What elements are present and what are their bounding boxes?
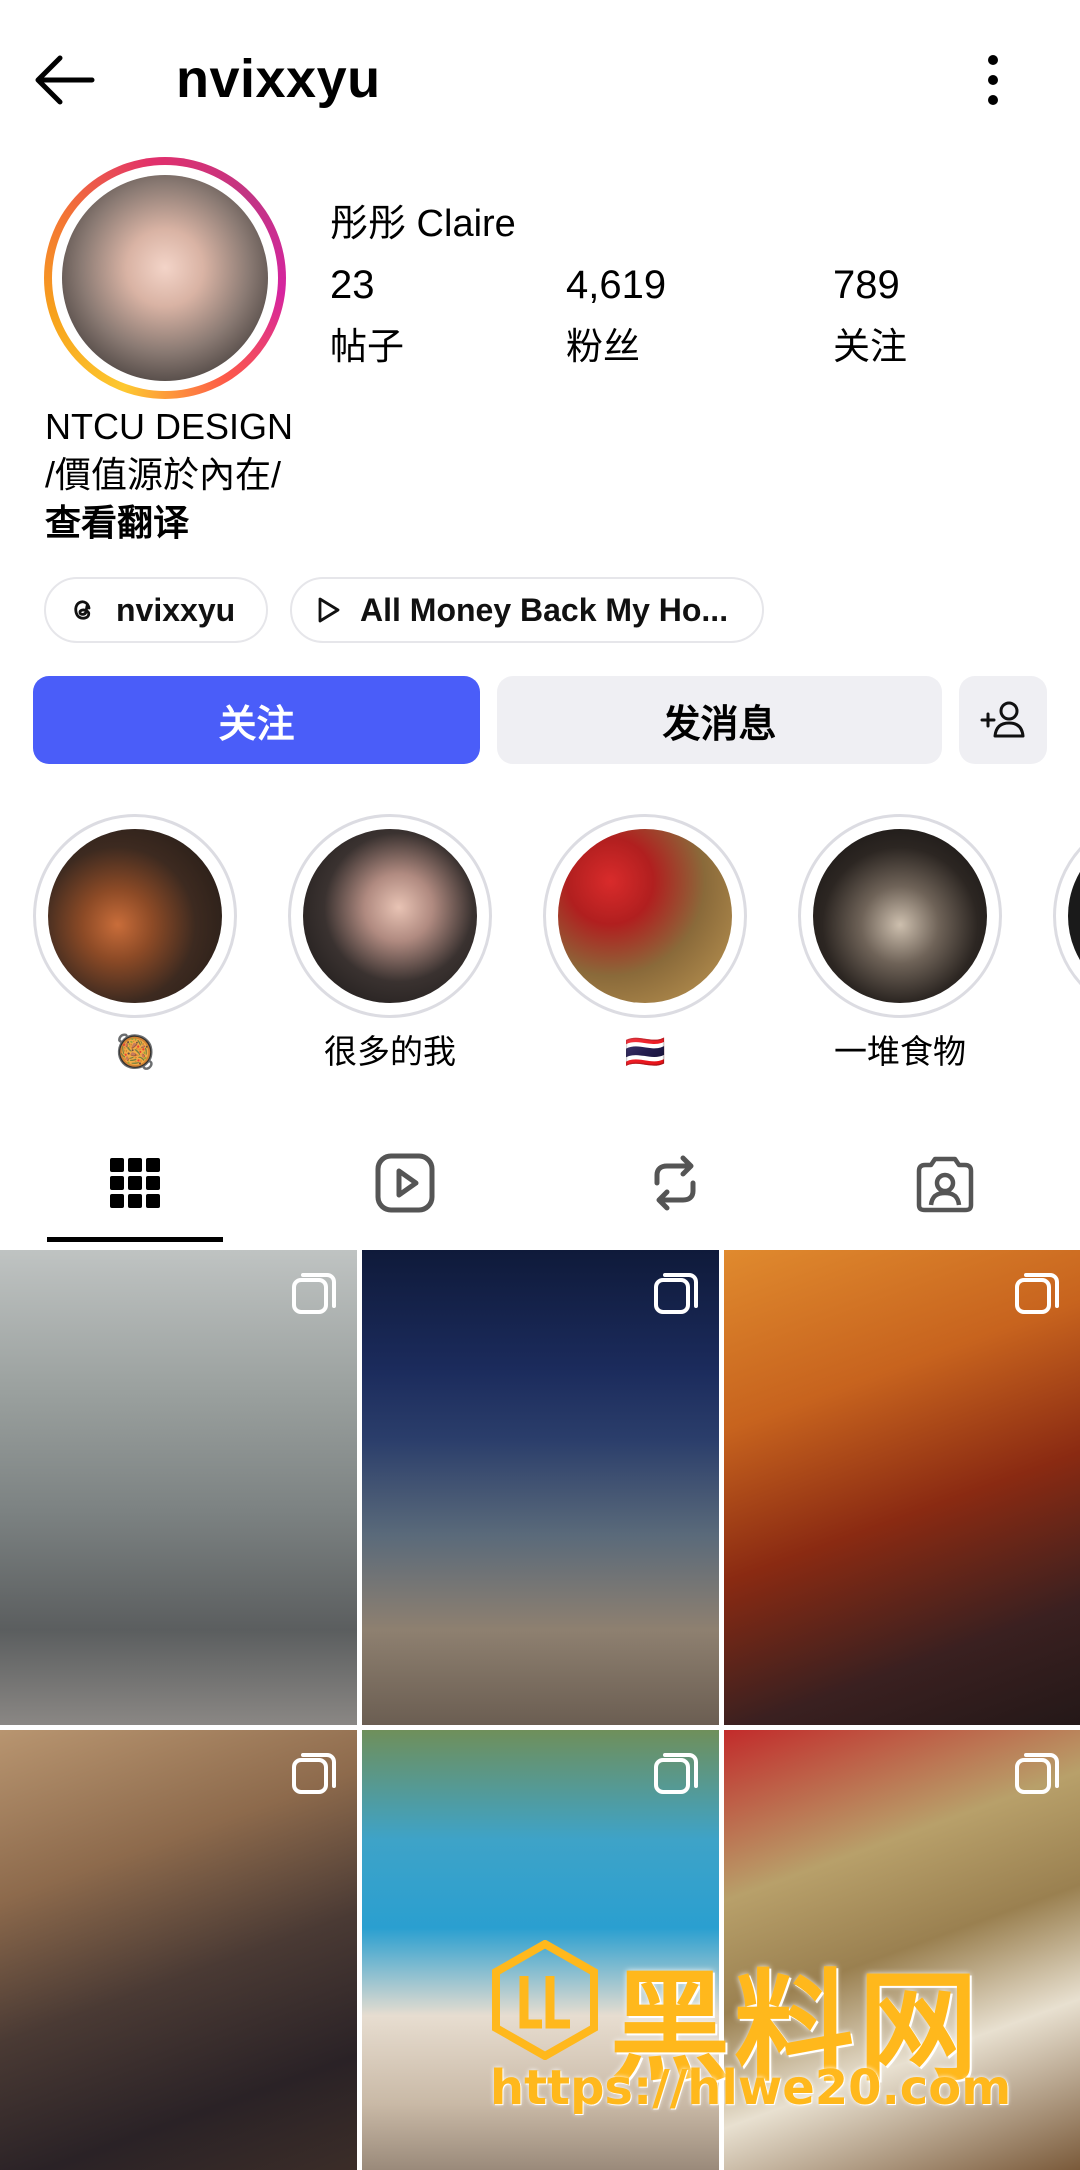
tab-reposts[interactable] [540,1120,810,1245]
profile-tabs [0,1120,1080,1245]
see-translation-link[interactable]: 查看翻译 [45,499,293,547]
grid-icon [110,1157,160,1208]
carousel-icon [1015,1753,1059,1794]
top-bar: nvixxyu [0,0,1080,160]
threads-chip[interactable]: nvixxyu [44,577,268,643]
reels-icon [375,1153,435,1212]
play-icon [318,597,340,623]
highlight-food[interactable]: 🥘 [33,814,237,1074]
stat-posts[interactable]: 23 帖子 [330,263,404,370]
highlight-partial[interactable] [1053,814,1080,1018]
message-button[interactable]: 发消息 [497,676,942,764]
highlight-label: 一堆食物 [834,1033,966,1070]
avatar-story-ring[interactable] [44,157,286,399]
highlight-cover [303,829,477,1003]
highlight-lots-of-food[interactable]: 一堆食物 [798,814,1002,1074]
music-title: All Money Back My Ho... [360,591,729,628]
stat-followers-count: 4,619 [566,263,667,307]
tab-tagged[interactable] [810,1120,1080,1245]
post-thumbnail[interactable] [0,1730,357,2170]
bio-line: NTCU DESIGN [45,406,294,447]
active-tab-indicator [47,1237,223,1242]
stat-following[interactable]: 789 关注 [833,263,907,370]
threads-handle: nvixxyu [116,591,236,628]
back-arrow-icon[interactable] [30,50,100,110]
add-person-icon [980,701,1025,738]
suggested-users-button[interactable] [959,676,1047,764]
tab-grid[interactable] [0,1120,270,1245]
highlight-many-me[interactable]: 很多的我 [288,814,492,1074]
carousel-icon [292,1753,336,1794]
post-thumbnail[interactable] [362,1250,719,1725]
stat-following-count: 789 [833,263,900,307]
display-name: 彤彤 Claire [330,203,516,245]
post-thumbnail[interactable] [724,1250,1080,1725]
watermark: 黑料网 https://hlwe20.com [490,1930,1050,2130]
highlight-cover [48,829,222,1003]
reposts-icon [654,1155,696,1210]
tab-reels[interactable] [270,1120,540,1245]
more-options-icon[interactable] [975,52,1011,108]
avatar [62,175,268,381]
bio-line: /價值源於內在/ [45,454,282,495]
stat-posts-count: 23 [330,263,375,307]
post-thumbnail[interactable] [0,1250,357,1725]
music-chip[interactable]: All Money Back My Ho... [290,577,764,643]
stat-following-label: 关注 [833,326,907,367]
highlight-label: 很多的我 [324,1033,456,1070]
carousel-icon [292,1273,336,1314]
highlight-thailand[interactable]: 🇹🇭 [543,814,747,1074]
threads-icon [74,600,91,620]
highlight-cover [813,829,987,1003]
page-title: nvixxyu [176,49,381,109]
highlight-cover [1068,829,1080,1003]
watermark-url: https://hlwe20.com [490,2060,1012,2116]
carousel-icon [1015,1273,1059,1314]
stat-followers[interactable]: 4,619 粉丝 [566,263,666,370]
carousel-icon [654,1753,698,1794]
stat-followers-label: 粉丝 [566,326,640,367]
follow-button[interactable]: 关注 [33,676,480,764]
highlight-cover [558,829,732,1003]
highlight-label: 🥘 [114,1033,156,1070]
watermark-logo-icon [492,1940,598,2060]
bio: NTCU DESIGN /價值源於內在/ 查看翻译 [45,403,293,547]
carousel-icon [654,1273,698,1314]
stat-posts-label: 帖子 [330,326,404,367]
tagged-icon [916,1156,974,1212]
highlight-label: 🇹🇭 [624,1033,666,1070]
